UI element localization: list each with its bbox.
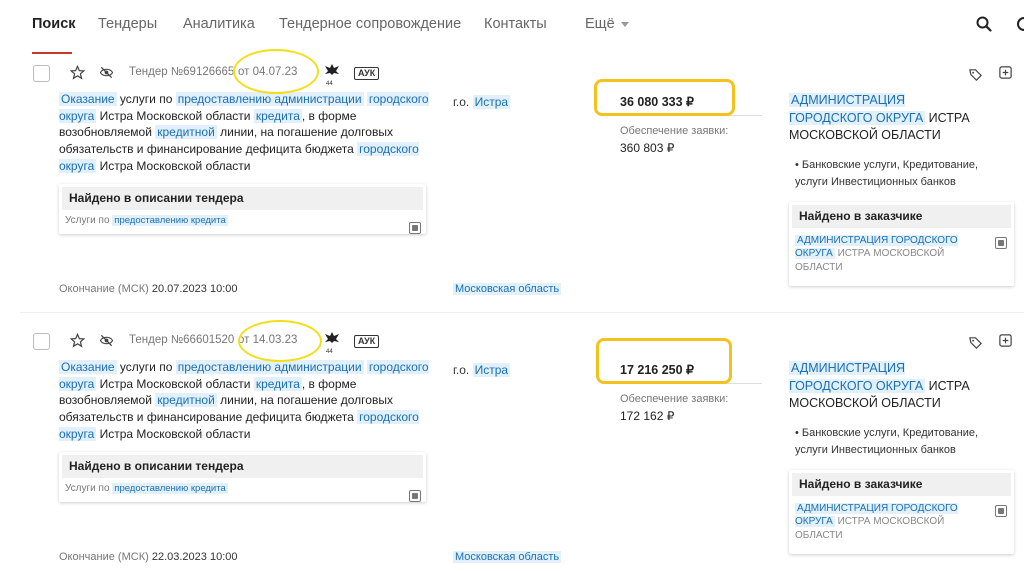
law-number: 44: [326, 349, 333, 355]
found-prefix: Услуги по: [65, 215, 113, 226]
description-segment: Истра Московской области: [96, 376, 254, 391]
found-highlight: предоставлению кредита: [112, 483, 228, 494]
delivery-place: г.о. Истра: [453, 363, 511, 377]
description-segment: Оказание: [59, 360, 117, 374]
found-highlight: предоставлению кредита: [112, 215, 228, 226]
description-segment: предоставлению администрации: [175, 92, 364, 106]
expand-icon[interactable]: [409, 490, 421, 502]
auction-badge: АУК: [354, 67, 380, 80]
expand-icon[interactable]: [995, 237, 1007, 249]
description-segment: Истра Московской области: [96, 426, 251, 441]
select-checkbox[interactable]: [33, 333, 50, 350]
customer-highlight: АДМИНИСТРАЦИЯ ГОРОДСКОГО ОКРУГА: [789, 361, 926, 393]
tag-icon[interactable]: [968, 67, 983, 82]
tender-number[interactable]: Тендер №69126665: [129, 66, 234, 78]
description-segment: предоставлению администрации: [175, 360, 364, 374]
deadline-value: 22.03.2023 10:00: [151, 551, 238, 563]
tender-card: Тендер №66601520 от 14.03.23 44 АУК Оказ…: [0, 268, 1024, 563]
security-label: Обеспечение заявки:: [620, 125, 729, 137]
add-to-folder-icon[interactable]: [998, 65, 1013, 80]
add-to-folder-icon[interactable]: [998, 333, 1013, 348]
description-segment: Истра Московской области: [96, 108, 254, 123]
tender-description[interactable]: Оказание услуги по предоставлению админи…: [59, 359, 429, 443]
customer-highlight: АДМИНИСТРАЦИЯ ГОРОДСКОГО ОКРУГА: [789, 93, 926, 125]
customer-categories: • Банковские услуги, Кредитование, услуг…: [795, 159, 979, 188]
hide-icon[interactable]: [99, 65, 114, 80]
found-in-customer-snippet: АДМИНИСТРАЦИЯ ГОРОДСКОГО ОКРУГА ИСТРА МО…: [795, 502, 975, 542]
customer-name[interactable]: АДМИНИСТРАЦИЯ ГОРОДСКОГО ОКРУГА ИСТРА МО…: [789, 92, 989, 145]
description-segment: Оказание: [59, 92, 117, 106]
tender-card: Тендер №69126665 от 04.07.23 44 АУК Оказ…: [0, 0, 1024, 295]
customer-categories: • Банковские услуги, Кредитование, услуг…: [795, 427, 979, 456]
description-segment: Истра Московской области: [96, 158, 251, 173]
emblem-icon: [325, 64, 339, 75]
annotation-rectangle: [594, 79, 735, 116]
place-city: Истра: [472, 363, 511, 377]
star-icon[interactable]: [70, 65, 85, 80]
description-segment: кредита: [253, 376, 302, 391]
found-in-customer-title: Найдено в заказчике: [792, 473, 1011, 496]
tag-icon[interactable]: [968, 335, 983, 350]
security-label: Обеспечение заявки:: [620, 393, 729, 405]
auction-badge: АУК: [354, 335, 380, 348]
deadline: Окончание (МСК) 22.03.2023 10:00: [59, 551, 237, 563]
law-number: 44: [326, 81, 333, 87]
select-checkbox[interactable]: [33, 65, 50, 82]
found-in-description-snippet: Услуги по предоставлению кредита: [65, 215, 228, 226]
annotation-circle: [233, 49, 319, 94]
security-value: 172 162 ₽: [620, 409, 675, 423]
place-city: Истра: [472, 95, 511, 109]
region-tag[interactable]: Московская область: [453, 551, 562, 563]
description-segment: услуги по: [116, 92, 176, 106]
found-in-customer-title: Найдено в заказчике: [792, 205, 1011, 228]
description-segment: кредита: [253, 108, 302, 123]
found-in-customer-box: Найдено в заказчике АДМИНИСТРАЦИЯ ГОРОДС…: [789, 470, 1014, 554]
description-segment: кредитной: [155, 125, 217, 140]
description-segment: услуги по: [116, 360, 176, 374]
card-separator: [20, 312, 1024, 313]
place-prefix: г.о.: [453, 95, 470, 109]
expand-icon[interactable]: [409, 222, 421, 234]
emblem-icon: [325, 332, 339, 343]
delivery-place: г.о. Истра: [453, 95, 511, 109]
categories-text: Банковские услуги, Кредитование, услуги …: [795, 427, 979, 456]
customer-name[interactable]: АДМИНИСТРАЦИЯ ГОРОДСКОГО ОКРУГА ИСТРА МО…: [789, 360, 989, 413]
deadline-label: Окончание (МСК): [59, 551, 149, 563]
found-prefix: Услуги по: [65, 483, 113, 494]
found-in-description-box: Найдено в описании тендера Услуги по пре…: [59, 184, 426, 234]
found-in-description-box: Найдено в описании тендера Услуги по пре…: [59, 452, 426, 502]
expand-icon[interactable]: [995, 505, 1007, 517]
star-icon[interactable]: [70, 333, 85, 348]
found-in-description-title: Найдено в описании тендера: [62, 455, 423, 478]
tender-number[interactable]: Тендер №66601520: [129, 334, 234, 346]
description-segment: кредитной: [155, 393, 217, 408]
categories-text: Банковские услуги, Кредитование, услуги …: [795, 159, 979, 188]
annotation-circle: [238, 320, 322, 362]
place-prefix: г.о.: [453, 363, 470, 377]
found-in-description-title: Найдено в описании тендера: [62, 187, 423, 210]
tender-description[interactable]: Оказание услуги по предоставлению админи…: [59, 91, 429, 175]
security-value: 360 803 ₽: [620, 141, 675, 155]
found-in-description-snippet: Услуги по предоставлению кредита: [65, 483, 228, 494]
hide-icon[interactable]: [99, 333, 114, 348]
annotation-rectangle: [596, 338, 732, 384]
